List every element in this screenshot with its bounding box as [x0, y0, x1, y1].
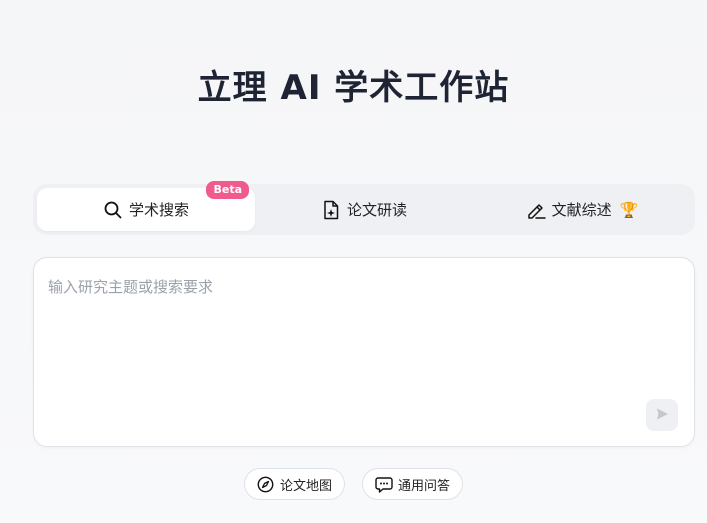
compass-icon — [257, 475, 275, 493]
beta-badge: Beta — [206, 181, 249, 199]
page: 立理 AI 学术工作站 学术搜索 Beta 论文研读 文献综述 🏆 输入研究主题… — [0, 0, 707, 523]
search-icon — [103, 200, 123, 220]
mode-tabs: 学术搜索 Beta 论文研读 文献综述 🏆 — [33, 181, 695, 235]
general-qa-button[interactable]: 通用问答 — [362, 468, 464, 500]
tab-label: 学术搜索 — [128, 201, 189, 219]
trophy-icon: 🏆 — [619, 200, 639, 219]
chip-label: 通用问答 — [398, 478, 451, 494]
tab-label: 文献综述 — [551, 201, 612, 219]
tab-academic-search[interactable]: 学术搜索 Beta — [37, 181, 255, 231]
chip-label: 论文地图 — [279, 478, 332, 494]
search-input[interactable] — [48, 276, 668, 396]
tab-label: 论文研读 — [346, 201, 407, 219]
document-sparkle-icon — [321, 200, 341, 220]
send-icon — [655, 406, 669, 425]
paper-map-button[interactable]: 论文地图 — [243, 468, 345, 500]
search-box — [33, 257, 695, 447]
quick-actions: 论文地图 通用问答 — [0, 468, 707, 500]
page-title: 立理 AI 学术工作站 — [197, 68, 510, 108]
tab-paper-reading[interactable]: 论文研读 — [255, 188, 473, 231]
send-button[interactable] — [646, 399, 678, 431]
tab-literature-review[interactable]: 文献综述 🏆 — [473, 188, 691, 231]
pencil-icon — [526, 200, 546, 220]
chat-icon — [375, 475, 393, 493]
